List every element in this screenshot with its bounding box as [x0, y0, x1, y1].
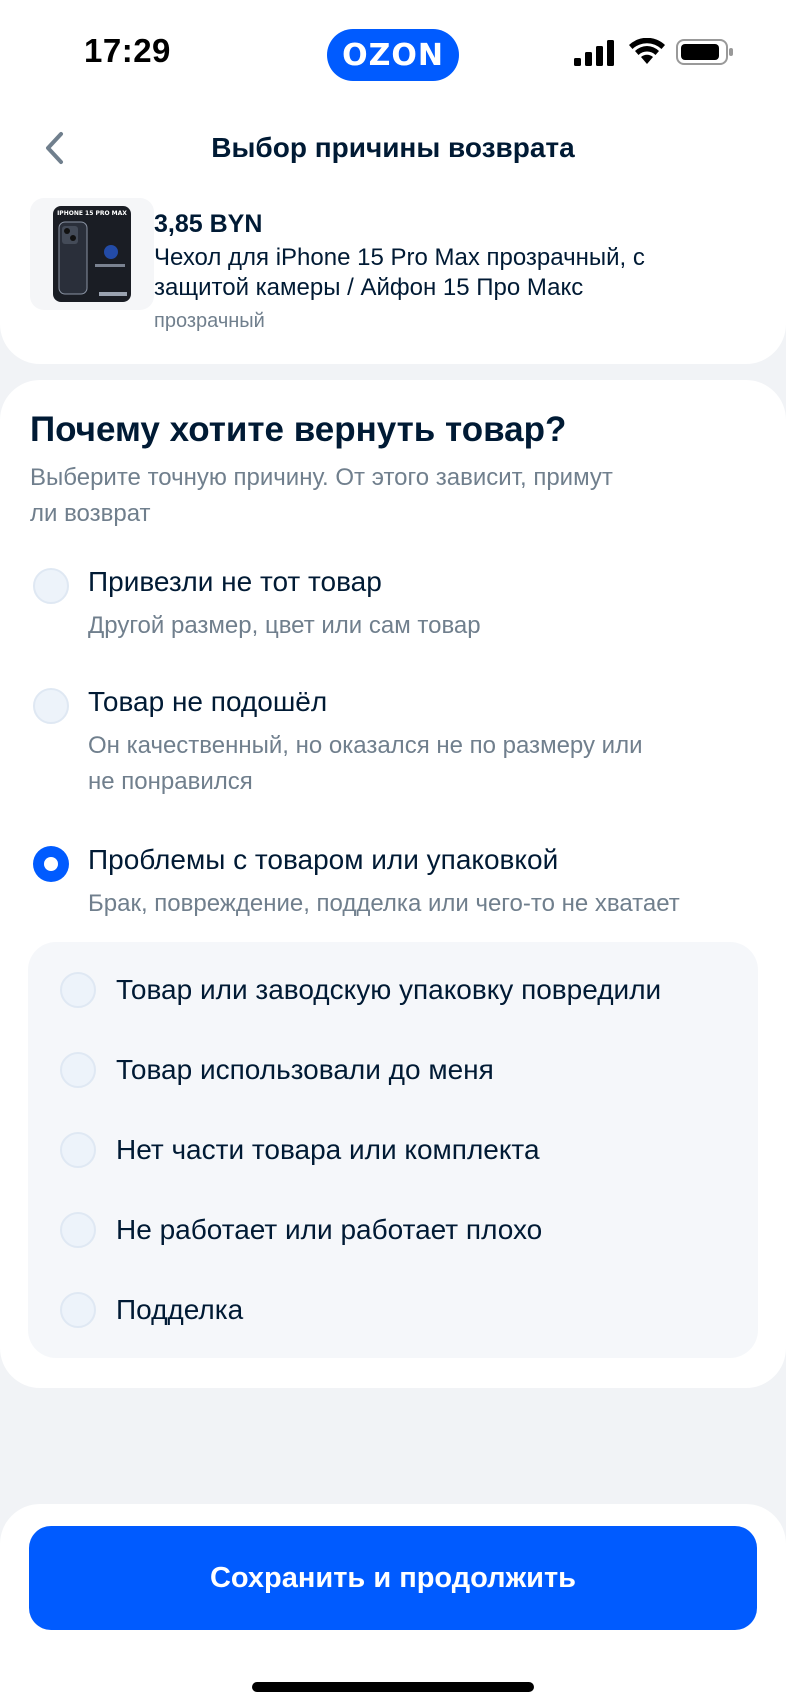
nav-bar: Выбор причины возврата — [0, 118, 786, 178]
option-label: Привезли не тот товар — [88, 566, 382, 597]
sub-reason-damaged[interactable]: Товар или заводскую упаковку повредили — [58, 968, 748, 1016]
reason-option-wrong-item[interactable]: Привезли не тот товар Другой размер, цве… — [30, 562, 770, 658]
option-label: Проблемы с товаром или упаковкой — [88, 844, 559, 875]
reason-option-product-problem[interactable]: Проблемы с товаром или упаковкой Брак, п… — [30, 840, 770, 936]
top-section: 17:29 OZON Выбор причины возврата IPHONE… — [0, 0, 786, 364]
radio-button[interactable] — [60, 972, 96, 1008]
status-time: 17:29 — [84, 32, 171, 69]
bottom-action-bar: Сохранить и продолжить — [0, 1504, 786, 1704]
ozon-logo: OZON — [327, 29, 459, 81]
option-label: Товар или заводскую упаковку повредили — [116, 974, 662, 1005]
sub-reason-not-working[interactable]: Не работает или работает плохо — [58, 1208, 748, 1256]
product-variant: прозрачный — [154, 310, 265, 332]
radio-button[interactable] — [60, 1052, 96, 1088]
question-subtitle: Выберите точную причину. От этого зависи… — [30, 464, 613, 527]
phone-case-image: IPHONE 15 PRO MAX — [53, 206, 131, 302]
option-label: Товар использовали до меня — [116, 1054, 494, 1085]
radio-button[interactable] — [33, 568, 69, 604]
radio-button[interactable] — [33, 688, 69, 724]
product-name: Чехол для iPhone 15 Pro Max прозрачный, … — [154, 244, 645, 301]
thumb-caption: IPHONE 15 PRO MAX — [57, 210, 127, 217]
brand-label: OZON — [342, 37, 444, 73]
option-label: Подделка — [116, 1294, 244, 1325]
reason-option-not-suitable[interactable]: Товар не подошёл Он качественный, но ока… — [30, 682, 770, 814]
radio-button[interactable] — [60, 1212, 96, 1248]
option-description: Брак, повреждение, подделка или чего-то … — [88, 890, 680, 917]
option-label: Не работает или работает плохо — [116, 1214, 543, 1245]
radio-button-selected[interactable] — [33, 846, 69, 882]
product-summary: IPHONE 15 PRO MAX 3,85 BYN Чехол для iPh… — [30, 198, 770, 338]
page-title: Выбор причины возврата — [211, 132, 575, 163]
product-price: 3,85 BYN — [154, 210, 263, 238]
radio-button[interactable] — [60, 1292, 96, 1328]
battery-icon — [676, 39, 733, 65]
option-description: Он качественный, но оказался не по разме… — [88, 732, 643, 795]
signal-icon — [574, 40, 614, 66]
sub-reason-used[interactable]: Товар использовали до меня — [58, 1048, 748, 1096]
home-indicator[interactable] — [252, 1682, 534, 1692]
sub-reason-counterfeit[interactable]: Подделка — [58, 1288, 748, 1336]
sub-reason-panel: Товар или заводскую упаковку повредили Т… — [28, 942, 758, 1358]
wifi-icon — [629, 38, 665, 64]
product-image: IPHONE 15 PRO MAX — [30, 198, 154, 310]
question-title: Почему хотите вернуть товар? — [30, 410, 567, 449]
status-bar: 17:29 OZON — [0, 0, 786, 108]
option-label: Нет части товара или комплекта — [116, 1134, 540, 1165]
option-label: Товар не подошёл — [88, 686, 328, 717]
return-reason-card: Почему хотите вернуть товар? Выберите то… — [0, 380, 786, 1388]
save-continue-button[interactable]: Сохранить и продолжить — [29, 1526, 757, 1630]
sub-reason-incomplete[interactable]: Нет части товара или комплекта — [58, 1128, 748, 1176]
option-description: Другой размер, цвет или сам товар — [88, 612, 481, 639]
radio-button[interactable] — [60, 1132, 96, 1168]
